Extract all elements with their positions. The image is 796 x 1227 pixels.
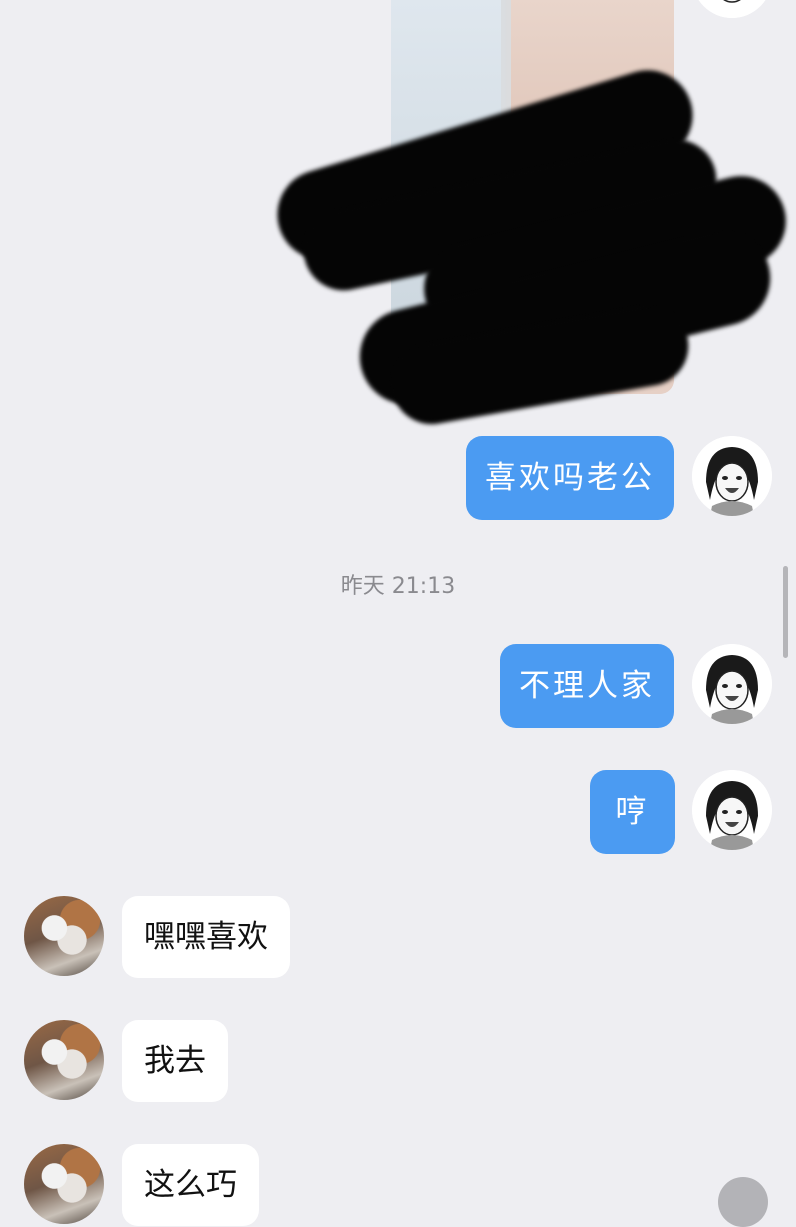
scrollbar[interactable]	[783, 566, 788, 658]
message-timestamp: 昨天 21:13	[340, 574, 456, 599]
sent-message-bubble[interactable]: 不理人家	[500, 644, 674, 728]
my-avatar[interactable]	[692, 436, 772, 516]
message-text: 我去	[144, 1042, 206, 1079]
sent-message-bubble[interactable]: 哼	[590, 770, 675, 854]
message-text: 嘿嘿喜欢	[144, 918, 268, 955]
my-avatar[interactable]	[692, 770, 772, 850]
message-text: 不理人家	[519, 667, 655, 704]
sent-message-bubble[interactable]: 喜欢吗老公	[466, 436, 674, 520]
message-text: 喜欢吗老公	[485, 459, 655, 496]
contact-avatar[interactable]	[24, 1020, 104, 1100]
message-text: 这么巧	[144, 1167, 237, 1203]
anime-girl-icon	[692, 770, 772, 850]
received-message-bubble[interactable]: 嘿嘿喜欢	[122, 896, 290, 978]
my-avatar[interactable]	[692, 644, 772, 724]
anime-girl-icon	[692, 436, 772, 516]
my-avatar[interactable]	[692, 0, 772, 18]
contact-avatar[interactable]	[24, 896, 104, 976]
contact-avatar[interactable]	[24, 1144, 104, 1224]
anime-girl-icon	[692, 644, 772, 724]
anime-girl-icon	[698, 0, 766, 18]
received-message-bubble[interactable]: 我去	[122, 1020, 228, 1102]
received-message-bubble[interactable]: 这么巧	[122, 1144, 259, 1226]
message-text: 哼	[615, 793, 650, 830]
scroll-to-bottom-button[interactable]	[718, 1177, 768, 1227]
